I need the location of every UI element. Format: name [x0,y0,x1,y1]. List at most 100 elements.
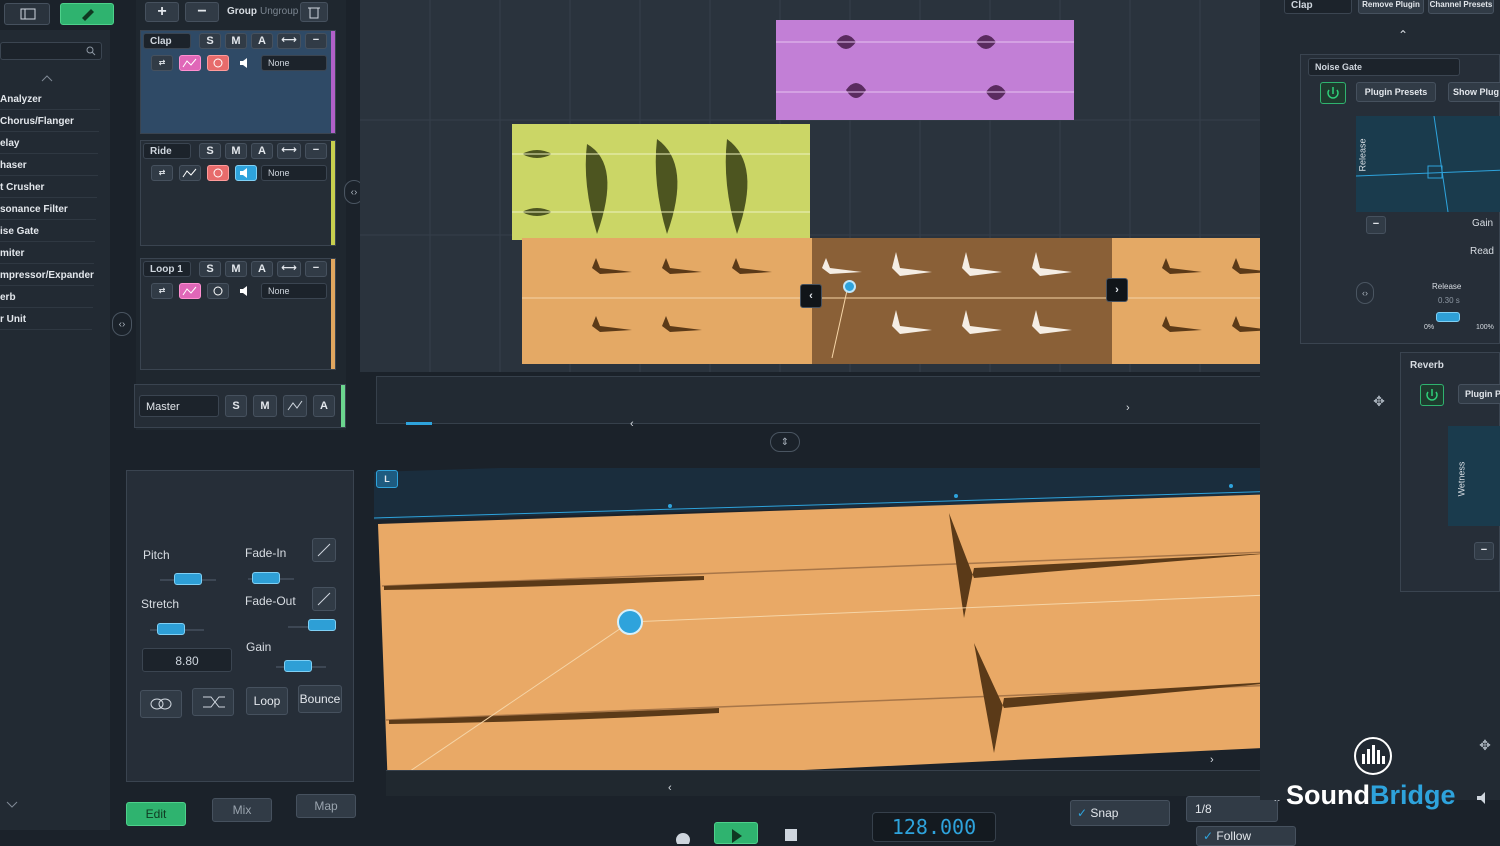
automation-curve-button[interactable] [179,283,201,299]
speaker-icon[interactable] [1474,790,1492,806]
scroll-right-icon[interactable]: › [1210,754,1214,766]
speaker-icon[interactable] [235,165,257,181]
track-header-1[interactable]: Clap S M A ⟷ − ⇄ None [140,30,336,134]
add-track-button[interactable]: + [145,2,179,22]
chevron-down-icon[interactable] [4,798,20,810]
tab-edit[interactable]: Edit [126,802,186,826]
collapse-button[interactable]: − [1366,216,1386,234]
plugin-presets-button[interactable]: Plugin Presets [1356,82,1436,102]
master-a-button[interactable]: A [313,395,335,417]
plugin-list-item[interactable]: mpressor/Expander [0,264,94,286]
stretch-slider[interactable] [157,623,185,635]
reverb-power-button[interactable] [1420,384,1444,406]
loop-button[interactable]: Loop [246,687,288,715]
stretch-value-field[interactable]: 8.80 [142,648,232,672]
tab-mix[interactable]: Mix [212,798,272,822]
speaker-icon[interactable] [235,55,257,71]
follow-toggle[interactable]: ✓ Follow [1196,826,1296,846]
fade-in-slider[interactable] [252,572,280,584]
automation-a-button[interactable]: A [251,33,273,49]
loop-marker[interactable]: L [376,470,398,488]
noise-gate-power-button[interactable] [1320,82,1346,104]
remove-track-button[interactable]: − [185,2,219,22]
ungroup-button[interactable]: Ungroup [260,6,298,17]
collapse-button[interactable]: − [305,33,327,49]
route-button[interactable]: ⟷ [277,143,301,159]
plugin-list-item[interactable]: r Unit [0,308,92,330]
automation-curve-button[interactable] [179,55,201,71]
record-arm-button[interactable] [207,283,229,299]
clip-prev-button[interactable]: ‹ [800,284,822,308]
fade-in-curve-button[interactable] [312,538,336,562]
automation-a-button[interactable]: A [251,143,273,159]
play-button[interactable] [714,822,758,844]
group-button[interactable]: Group [227,6,257,17]
automation-a-button[interactable]: A [251,261,273,277]
plugin-list-item[interactable]: ise Gate [0,220,96,242]
clip-next-button[interactable]: › [1106,278,1128,302]
master-solo-button[interactable]: S [225,395,247,417]
stop-icon[interactable] [782,826,800,844]
track-name-field[interactable]: Loop 1 [143,261,191,277]
remove-plugin-button[interactable]: Remove Plugin [1358,0,1424,14]
mute-button[interactable]: M [225,33,247,49]
resize-handle-icon[interactable]: ‹› [112,312,132,336]
scroll-right-icon[interactable]: › [1126,402,1130,414]
collapse-button[interactable]: − [305,143,327,159]
browser-toggle-button[interactable] [4,3,50,25]
plugin-list-item[interactable]: t Crusher [0,176,97,198]
solo-button[interactable]: S [199,143,221,159]
gain-slider[interactable] [284,660,312,672]
link-button[interactable] [140,690,182,718]
plugin-list-item[interactable]: elay [0,132,99,154]
fade-handle[interactable] [843,280,856,293]
plugin-list-item[interactable]: erb [0,286,93,308]
track-name-field[interactable]: Clap [143,33,191,49]
solo-button[interactable]: S [199,261,221,277]
collapse-button[interactable]: − [1474,542,1494,560]
vertical-resize-icon[interactable]: ⇕ [770,432,800,452]
resize-handle-icon[interactable]: ‹› [1356,282,1374,304]
route-button[interactable]: ⟷ [277,261,301,277]
speaker-icon[interactable] [235,283,257,299]
output-select[interactable]: None [261,55,327,71]
move-icon[interactable]: ✥ [1476,736,1494,754]
show-plugin-button[interactable]: Show Plug [1448,82,1500,102]
track-header-2[interactable]: Ride S M A ⟷ − ⇄ None [140,140,336,246]
scroll-left-icon[interactable]: ‹ [630,418,634,430]
snap-toggle[interactable]: ✓ Snap [1070,800,1170,826]
automation-curve-button[interactable] [179,165,201,181]
solo-button[interactable]: S [199,33,221,49]
clip-clap[interactable] [776,20,1074,120]
scroll-left-icon[interactable]: ‹ [668,782,672,794]
reverb-presets-button[interactable]: Plugin P [1458,384,1500,404]
arrangement-scrollbar[interactable] [376,376,1366,424]
track-header-3[interactable]: Loop 1 S M A ⟷ − ⇄ None [140,258,336,370]
edit-tool-button[interactable] [60,3,114,25]
master-mute-button[interactable]: M [253,395,277,417]
record-arm-button[interactable] [207,165,229,181]
plugin-list-item[interactable]: miter [0,242,95,264]
mute-button[interactable]: M [225,261,247,277]
output-select[interactable]: None [261,165,327,181]
release-slider[interactable] [1436,312,1460,322]
gain-envelope-handle[interactable] [617,609,643,635]
master-name[interactable]: Master [139,395,219,417]
bounce-button[interactable]: Bounce [298,685,342,713]
pitch-slider[interactable] [174,573,202,585]
collapse-button[interactable]: − [305,261,327,277]
tab-map[interactable]: Map [296,794,356,818]
move-icon[interactable]: ✥ [1370,392,1388,410]
input-monitor-button[interactable]: ⇄ [151,283,173,299]
plugin-list-item[interactable]: haser [0,154,98,176]
plugin-list-item[interactable]: Analyzer [0,88,100,110]
fade-out-curve-button[interactable] [312,587,336,611]
record-arm-button[interactable] [207,55,229,71]
clip-loop-1[interactable] [522,238,1346,364]
clip-ride[interactable] [512,124,810,240]
mute-button[interactable]: M [225,143,247,159]
record-icon[interactable] [672,830,694,844]
channel-presets-button[interactable]: Channel Presets [1428,0,1494,14]
chevron-up-icon[interactable] [38,72,56,84]
master-automation-button[interactable] [283,395,307,417]
